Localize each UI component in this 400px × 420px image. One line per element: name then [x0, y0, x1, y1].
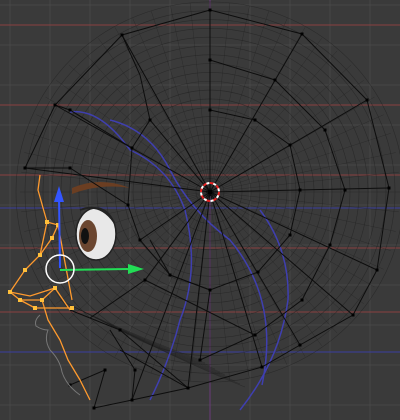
cage-vertex[interactable] [300, 298, 304, 302]
cage-vertex[interactable] [138, 238, 142, 242]
mesh-spoke [209, 133, 391, 193]
cage-vertex[interactable] [328, 243, 332, 247]
cage-vertex[interactable] [148, 118, 152, 122]
cage-vertex[interactable] [365, 98, 369, 102]
mesh-spoke [209, 38, 322, 193]
cage-vertex[interactable] [68, 108, 72, 112]
selected-vertex[interactable] [53, 286, 57, 290]
cage-vertex[interactable] [300, 32, 304, 36]
selected-vertex[interactable] [40, 298, 44, 302]
mesh-spoke [209, 191, 288, 366]
cage-vertex[interactable] [53, 103, 57, 107]
mesh-spoke [29, 133, 211, 193]
cage-vertex[interactable] [143, 278, 147, 282]
selected-vertex[interactable] [33, 306, 37, 310]
cage-vertex[interactable] [208, 58, 212, 62]
cage-spoke[interactable] [209, 191, 378, 271]
selected-vertex[interactable] [18, 298, 22, 302]
selected-vertex[interactable] [38, 253, 42, 257]
cage-vertex[interactable] [23, 166, 27, 170]
cage-vertex[interactable] [343, 188, 347, 192]
cage-vertex[interactable] [126, 203, 130, 207]
mesh-spoke [209, 191, 399, 213]
cage-vertex[interactable] [387, 186, 391, 190]
cage-vertex[interactable] [256, 270, 260, 274]
cage-loop[interactable] [69, 369, 106, 409]
mesh-spoke [209, 50, 338, 193]
selected-vertices[interactable] [8, 220, 74, 310]
cage-vertex[interactable] [260, 365, 264, 369]
mesh-spoke [209, 191, 391, 251]
mesh-spoke [36, 191, 211, 270]
cage-vertex[interactable] [130, 398, 134, 402]
eye-pupil [81, 228, 89, 244]
cage-vertex[interactable] [68, 166, 72, 170]
cage-vertex[interactable] [208, 288, 212, 292]
cage-vertex[interactable] [288, 143, 292, 147]
z-axis-arrow[interactable] [54, 186, 64, 202]
cage-vertex[interactable] [198, 358, 202, 362]
cage-vertex[interactable] [273, 78, 277, 82]
cage-vertex[interactable] [186, 386, 190, 390]
cage-vertex[interactable] [118, 328, 122, 332]
cage-vertex[interactable] [253, 118, 257, 122]
cage-vertex[interactable] [253, 333, 257, 337]
selected-vertex[interactable] [45, 220, 49, 224]
cage-vertex[interactable] [92, 406, 96, 410]
cage-vertex[interactable] [168, 273, 172, 277]
cage-spoke[interactable] [209, 191, 354, 316]
mesh-spoke [98, 38, 211, 193]
cage-vertex[interactable] [375, 268, 379, 272]
x-axis-arrow[interactable] [128, 264, 144, 274]
cage-vertex[interactable] [130, 146, 134, 150]
cage-vertex[interactable] [351, 313, 355, 317]
viewport-canvas[interactable] [0, 0, 400, 420]
cage-vertex[interactable] [288, 233, 292, 237]
cage-vertex[interactable] [120, 33, 124, 37]
cage-vertex[interactable] [133, 368, 137, 372]
cage-vertex[interactable] [323, 128, 327, 132]
cage-vertex[interactable] [208, 8, 212, 12]
selected-vertex[interactable] [70, 306, 74, 310]
mesh-spoke [189, 3, 211, 193]
3d-viewport[interactable] [0, 0, 400, 420]
mesh-spoke [209, 191, 269, 373]
cage-vertex[interactable] [208, 108, 212, 112]
cage-vertex[interactable] [298, 188, 302, 192]
selected-vertex[interactable] [50, 236, 54, 240]
cage-vertex[interactable] [103, 368, 107, 372]
mesh-spoke [209, 114, 384, 193]
selected-vertex[interactable] [8, 290, 12, 294]
selected-vertex[interactable] [23, 268, 27, 272]
cage-vertex[interactable] [298, 343, 302, 347]
